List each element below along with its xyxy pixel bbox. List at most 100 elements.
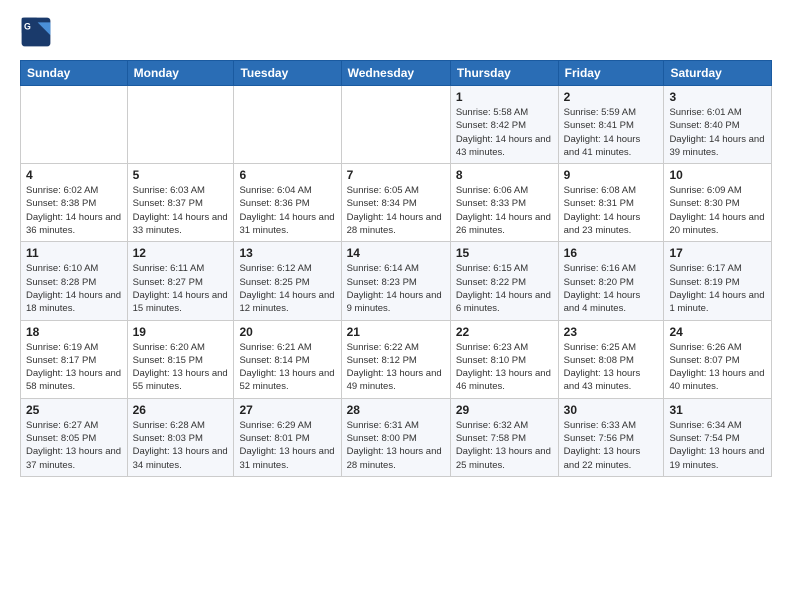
day-cell: 5Sunrise: 6:03 AM Sunset: 8:37 PM Daylig… [127, 164, 234, 242]
weekday-header-monday: Monday [127, 61, 234, 86]
calendar-body: 1Sunrise: 5:58 AM Sunset: 8:42 PM Daylig… [21, 86, 772, 477]
day-number: 12 [133, 246, 229, 260]
day-number: 2 [564, 90, 659, 104]
day-cell: 7 Sunrise: 6:05 AM Sunset: 8:34 PM Daylig… [341, 164, 450, 242]
day-cell: 1Sunrise: 5:58 AM Sunset: 8:42 PM Daylig… [450, 86, 558, 164]
day-number: 30 [564, 403, 659, 417]
day-number: 9 [564, 168, 659, 182]
day-number: 11 [26, 246, 122, 260]
day-number: 20 [239, 325, 335, 339]
day-number: 21 [347, 325, 445, 339]
day-number: 24 [669, 325, 766, 339]
day-cell: 13 Sunrise: 6:12 AM Sunset: 8:25 PM Dayli… [234, 242, 341, 320]
day-info: Sunrise: 6:32 AM Sunset: 7:58 PM Dayligh… [456, 419, 553, 472]
day-cell: 19 Sunrise: 6:20 AM Sunset: 8:15 PM Dayli… [127, 320, 234, 398]
week-row-2: 4 Sunrise: 6:02 AM Sunset: 8:38 PM Daylig… [21, 164, 772, 242]
day-number: 31 [669, 403, 766, 417]
week-row-1: 1Sunrise: 5:58 AM Sunset: 8:42 PM Daylig… [21, 86, 772, 164]
day-info: Sunrise: 5:58 AM Sunset: 8:42 PM Dayligh… [456, 106, 553, 159]
day-info: Sunrise: 6:28 AM Sunset: 8:03 PM Dayligh… [133, 419, 229, 472]
day-info: Sunrise: 6:21 AM Sunset: 8:14 PM Dayligh… [239, 341, 335, 394]
weekday-header-tuesday: Tuesday [234, 61, 341, 86]
day-cell: 18 Sunrise: 6:19 AM Sunset: 8:17 PM Dayli… [21, 320, 128, 398]
day-cell: 15 Sunrise: 6:15 AM Sunset: 8:22 PM Dayli… [450, 242, 558, 320]
day-cell: 24 Sunrise: 6:26 AM Sunset: 8:07 PM Dayli… [664, 320, 772, 398]
day-number: 27 [239, 403, 335, 417]
weekday-header-friday: Friday [558, 61, 664, 86]
day-cell: 16 Sunrise: 6:16 AM Sunset: 8:20 PM Dayli… [558, 242, 664, 320]
calendar-header: SundayMondayTuesdayWednesdayThursdayFrid… [21, 61, 772, 86]
day-cell: 31 Sunrise: 6:34 AM Sunset: 7:54 PM Dayli… [664, 398, 772, 476]
day-info: Sunrise: 6:15 AM Sunset: 8:22 PM Dayligh… [456, 262, 553, 315]
day-number: 15 [456, 246, 553, 260]
weekday-header-thursday: Thursday [450, 61, 558, 86]
day-cell [127, 86, 234, 164]
week-row-3: 11 Sunrise: 6:10 AM Sunset: 8:28 PM Dayli… [21, 242, 772, 320]
day-info: Sunrise: 6:16 AM Sunset: 8:20 PM Dayligh… [564, 262, 659, 315]
day-info: Sunrise: 6:09 AM Sunset: 8:30 PM Dayligh… [669, 184, 766, 237]
week-row-5: 25Sunrise: 6:27 AM Sunset: 8:05 PM Dayli… [21, 398, 772, 476]
day-info: Sunrise: 6:06 AM Sunset: 8:33 PM Dayligh… [456, 184, 553, 237]
day-info: Sunrise: 6:14 AM Sunset: 8:23 PM Dayligh… [347, 262, 445, 315]
day-cell: 21 Sunrise: 6:22 AM Sunset: 8:12 PM Dayli… [341, 320, 450, 398]
day-cell: 10 Sunrise: 6:09 AM Sunset: 8:30 PM Dayli… [664, 164, 772, 242]
day-number: 22 [456, 325, 553, 339]
day-info: Sunrise: 6:26 AM Sunset: 8:07 PM Dayligh… [669, 341, 766, 394]
day-info: Sunrise: 6:12 AM Sunset: 8:25 PM Dayligh… [239, 262, 335, 315]
day-info: Sunrise: 6:31 AM Sunset: 8:00 PM Dayligh… [347, 419, 445, 472]
day-number: 29 [456, 403, 553, 417]
day-info: Sunrise: 6:29 AM Sunset: 8:01 PM Dayligh… [239, 419, 335, 472]
weekday-header-saturday: Saturday [664, 61, 772, 86]
week-row-4: 18 Sunrise: 6:19 AM Sunset: 8:17 PM Dayli… [21, 320, 772, 398]
day-info: Sunrise: 6:25 AM Sunset: 8:08 PM Dayligh… [564, 341, 659, 394]
day-cell: 23 Sunrise: 6:25 AM Sunset: 8:08 PM Dayli… [558, 320, 664, 398]
day-info: Sunrise: 6:10 AM Sunset: 8:28 PM Dayligh… [26, 262, 122, 315]
day-number: 28 [347, 403, 445, 417]
day-number: 13 [239, 246, 335, 260]
day-number: 19 [133, 325, 229, 339]
day-cell: 8 Sunrise: 6:06 AM Sunset: 8:33 PM Daylig… [450, 164, 558, 242]
day-info: Sunrise: 5:59 AM Sunset: 8:41 PM Dayligh… [564, 106, 659, 159]
day-info: Sunrise: 6:08 AM Sunset: 8:31 PM Dayligh… [564, 184, 659, 237]
day-info: Sunrise: 6:19 AM Sunset: 8:17 PM Dayligh… [26, 341, 122, 394]
day-cell: 30 Sunrise: 6:33 AM Sunset: 7:56 PM Dayli… [558, 398, 664, 476]
day-info: Sunrise: 6:11 AM Sunset: 8:27 PM Dayligh… [133, 262, 229, 315]
day-info: Sunrise: 6:33 AM Sunset: 7:56 PM Dayligh… [564, 419, 659, 472]
day-cell: 17 Sunrise: 6:17 AM Sunset: 8:19 PM Dayli… [664, 242, 772, 320]
day-info: Sunrise: 6:04 AM Sunset: 8:36 PM Dayligh… [239, 184, 335, 237]
weekday-header-wednesday: Wednesday [341, 61, 450, 86]
day-number: 16 [564, 246, 659, 260]
day-info: Sunrise: 6:22 AM Sunset: 8:12 PM Dayligh… [347, 341, 445, 394]
day-cell: 3Sunrise: 6:01 AM Sunset: 8:40 PM Daylig… [664, 86, 772, 164]
day-info: Sunrise: 6:02 AM Sunset: 8:38 PM Dayligh… [26, 184, 122, 237]
calendar-table: SundayMondayTuesdayWednesdayThursdayFrid… [20, 60, 772, 477]
day-cell [234, 86, 341, 164]
day-number: 8 [456, 168, 553, 182]
day-number: 23 [564, 325, 659, 339]
day-number: 7 [347, 168, 445, 182]
day-info: Sunrise: 6:34 AM Sunset: 7:54 PM Dayligh… [669, 419, 766, 472]
day-info: Sunrise: 6:05 AM Sunset: 8:34 PM Dayligh… [347, 184, 445, 237]
day-cell: 22Sunrise: 6:23 AM Sunset: 8:10 PM Dayli… [450, 320, 558, 398]
day-cell: 25Sunrise: 6:27 AM Sunset: 8:05 PM Dayli… [21, 398, 128, 476]
day-info: Sunrise: 6:17 AM Sunset: 8:19 PM Dayligh… [669, 262, 766, 315]
day-cell: 12 Sunrise: 6:11 AM Sunset: 8:27 PM Dayli… [127, 242, 234, 320]
day-cell: 14Sunrise: 6:14 AM Sunset: 8:23 PM Dayli… [341, 242, 450, 320]
day-number: 10 [669, 168, 766, 182]
day-info: Sunrise: 6:20 AM Sunset: 8:15 PM Dayligh… [133, 341, 229, 394]
day-cell: 9 Sunrise: 6:08 AM Sunset: 8:31 PM Daylig… [558, 164, 664, 242]
day-cell: 6 Sunrise: 6:04 AM Sunset: 8:36 PM Daylig… [234, 164, 341, 242]
day-cell: 26 Sunrise: 6:28 AM Sunset: 8:03 PM Dayli… [127, 398, 234, 476]
day-number: 5 [133, 168, 229, 182]
logo-icon: G [20, 16, 52, 48]
day-number: 18 [26, 325, 122, 339]
weekday-header-row: SundayMondayTuesdayWednesdayThursdayFrid… [21, 61, 772, 86]
day-cell: 28 Sunrise: 6:31 AM Sunset: 8:00 PM Dayli… [341, 398, 450, 476]
logo: G [20, 16, 54, 48]
day-number: 17 [669, 246, 766, 260]
day-cell: 11 Sunrise: 6:10 AM Sunset: 8:28 PM Dayli… [21, 242, 128, 320]
day-number: 6 [239, 168, 335, 182]
day-number: 4 [26, 168, 122, 182]
day-number: 26 [133, 403, 229, 417]
day-cell: 4 Sunrise: 6:02 AM Sunset: 8:38 PM Daylig… [21, 164, 128, 242]
